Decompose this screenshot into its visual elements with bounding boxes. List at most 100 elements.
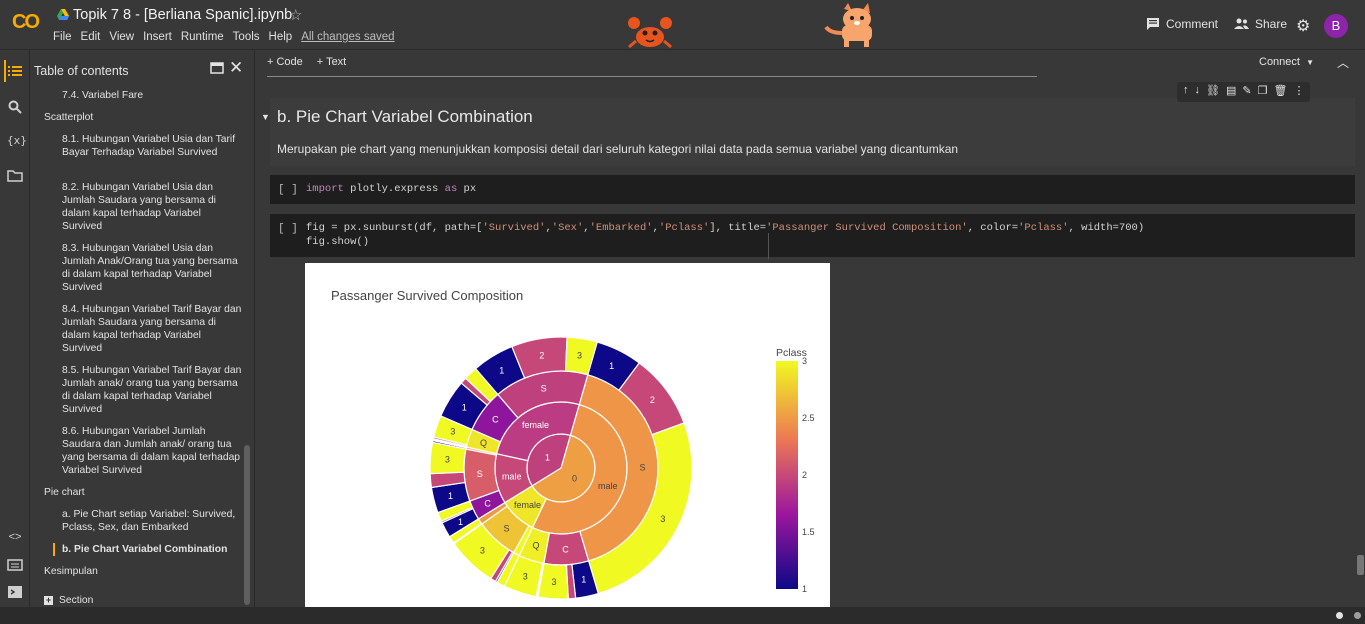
code-snippets-icon[interactable]: <>: [7, 531, 23, 547]
link-icon[interactable]: ⛓: [1206, 84, 1220, 100]
plotly-output[interactable]: Passanger Survived Composition 0 1 male fem…: [305, 263, 830, 607]
toc-item[interactable]: 8.2. Hubungan Variabel Usia dan Jumlah S…: [62, 181, 242, 233]
comment-button[interactable]: Comment: [1146, 17, 1218, 31]
code-line[interactable]: fig.show(): [306, 236, 369, 248]
notebook-title[interactable]: Topik 7 8 - [Berliana Spanic].ipynb: [73, 7, 292, 23]
toc-item[interactable]: 7.4. Variabel Fare: [62, 89, 242, 102]
saved-status[interactable]: All changes saved: [301, 31, 394, 43]
toc-item[interactable]: 8.5. Hubungan Variabel Tarif Bayar dan J…: [62, 364, 242, 416]
table-of-contents-panel: Table of contents ✕ 7.4. Variabel Fare S…: [30, 50, 255, 607]
more-vert-icon[interactable]: ⋮: [1293, 84, 1304, 100]
segment-label: 1: [448, 491, 453, 501]
mirror-cell-icon[interactable]: ❐: [1258, 84, 1268, 100]
close-icon[interactable]: ✕: [229, 58, 243, 78]
sunburst-rings: 0 1 male female male female S C Q S C S Q C S 1 2 3 1 3 3 3 1 1…: [429, 336, 693, 600]
delete-icon[interactable]: 🗑: [1273, 84, 1287, 100]
colorbar-tick: 2: [802, 470, 807, 480]
segment-label: 1: [458, 517, 463, 527]
segment-label: C: [562, 544, 569, 554]
open-in-window-icon[interactable]: [210, 62, 224, 74]
colab-logo[interactable]: CO: [12, 11, 40, 34]
comment-label: Comment: [1166, 17, 1219, 31]
toc-item[interactable]: 8.6. Hubungan Variabel Jumlah Saudara da…: [62, 425, 242, 477]
add-text-button[interactable]: + Text: [317, 56, 346, 68]
segment-label: 0: [572, 473, 577, 483]
segment-label: Q: [532, 541, 539, 551]
colorbar: [776, 361, 798, 589]
status-dot-icon: [1336, 612, 1343, 619]
colorbar-tick: 3: [802, 356, 807, 366]
menu-bar: File Edit View Insert Runtime Tools Help…: [53, 31, 404, 43]
toc-item[interactable]: Pie chart: [44, 486, 85, 499]
segment-label: Q: [480, 438, 487, 448]
menu-file[interactable]: File: [53, 31, 72, 43]
code-cell-2[interactable]: [ ] fig = px.sunburst(df, path=['Survive…: [270, 214, 1355, 257]
table-of-contents-icon[interactable]: [7, 63, 23, 79]
search-icon[interactable]: [7, 99, 23, 115]
connect-button[interactable]: Connect ▼: [1259, 56, 1314, 68]
code-cell-1[interactable]: [ ] import plotly.express as px: [270, 175, 1355, 204]
toc-scrollbar[interactable]: [244, 445, 250, 605]
segment-label: 2: [650, 395, 655, 405]
toc-item[interactable]: Scatterplot: [44, 111, 93, 124]
variables-icon[interactable]: {x}: [7, 134, 27, 150]
toc-item[interactable]: Kesimpulan: [44, 565, 98, 578]
people-icon: [1234, 18, 1249, 29]
move-down-icon[interactable]: ↓: [1195, 84, 1201, 100]
menu-view[interactable]: View: [109, 31, 134, 43]
sunburst-chart[interactable]: Passanger Survived Composition 0 1 male fem…: [305, 263, 830, 607]
comment-icon: [1147, 18, 1159, 30]
notebook-scrollbar[interactable]: [1357, 555, 1364, 575]
toc-item[interactable]: a. Pie Chart setiap Variabel: Survived, …: [62, 508, 242, 534]
terminal-icon[interactable]: [7, 584, 23, 600]
segment-label: S: [639, 463, 645, 473]
run-cell-button[interactable]: [ ]: [278, 184, 298, 196]
cell-divider: [267, 76, 1037, 77]
cell-actions: ↑ ↓ ⛓ ▤ ✎ ❐ 🗑 ⋮: [1177, 82, 1311, 102]
colorbar-tick: 2.5: [802, 413, 815, 423]
toc-item-active[interactable]: b. Pie Chart Variabel Combination: [62, 543, 242, 556]
segment-label: 2: [539, 351, 544, 361]
connect-label: Connect: [1259, 56, 1300, 68]
add-code-button[interactable]: + Code: [267, 56, 303, 68]
toc-item[interactable]: 8.4. Hubungan Variabel Tarif Bayar dan J…: [62, 303, 242, 355]
code-line[interactable]: fig = px.sunburst(df, path=['Survived','…: [306, 222, 1144, 234]
move-up-icon[interactable]: ↑: [1183, 84, 1189, 100]
run-cell-button[interactable]: [ ]: [278, 223, 298, 235]
menu-runtime[interactable]: Runtime: [181, 31, 224, 43]
avatar[interactable]: B: [1324, 14, 1348, 38]
toc-item[interactable]: 8.1. Hubungan Variabel Usia dan Tarif Ba…: [62, 133, 242, 159]
toc-item[interactable]: 8.3. Hubungan Variabel Usia dan Jumlah A…: [62, 242, 242, 294]
segment-label: female: [514, 500, 541, 510]
folder-icon[interactable]: [7, 168, 23, 184]
segment-label: 1: [581, 575, 586, 585]
add-section-button[interactable]: + Section: [44, 594, 93, 607]
share-label: Share: [1255, 17, 1288, 31]
toc-heading: Table of contents: [34, 64, 129, 78]
status-dot-icon: [1354, 612, 1361, 619]
menu-help[interactable]: Help: [269, 31, 293, 43]
chevron-up-icon[interactable]: ︿: [1337, 54, 1349, 71]
share-button[interactable]: Share: [1234, 17, 1287, 31]
segment-label: female: [522, 420, 549, 430]
menu-insert[interactable]: Insert: [143, 31, 172, 43]
colab-window: CO Topik 7 8 - [Berliana Spanic].ipynb ☆…: [0, 0, 1365, 624]
segment-label: male: [598, 481, 618, 491]
active-indicator: [4, 60, 6, 82]
collapse-caret-icon[interactable]: ▼: [261, 112, 270, 122]
cell-toolbar: + Code + Text: [267, 56, 346, 68]
command-palette-icon[interactable]: [7, 557, 23, 573]
comment-icon[interactable]: ▤: [1226, 84, 1236, 100]
star-icon[interactable]: ☆: [289, 6, 302, 24]
plus-box-icon: +: [44, 595, 53, 605]
segment-label: 3: [660, 514, 665, 524]
menu-tools[interactable]: Tools: [233, 31, 260, 43]
settings-gear-icon[interactable]: ⚙: [1296, 16, 1310, 36]
segment-label: 3: [445, 454, 450, 464]
segment-label: 3: [552, 577, 557, 587]
segment-label: 3: [577, 351, 582, 361]
menu-edit[interactable]: Edit: [81, 31, 101, 43]
code-line[interactable]: import plotly.express as px: [306, 183, 476, 195]
edit-icon[interactable]: ✎: [1242, 84, 1251, 100]
segment-label: 1: [545, 453, 550, 463]
